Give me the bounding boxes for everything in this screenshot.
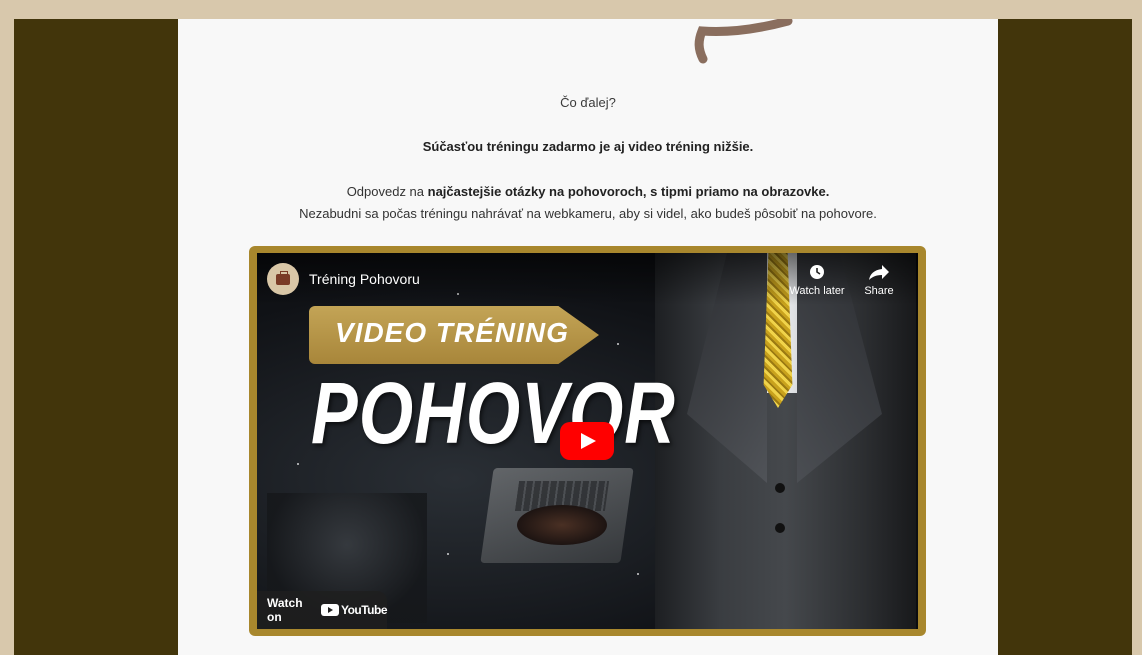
star bbox=[617, 343, 619, 345]
watch-later-label: Watch later bbox=[789, 285, 845, 297]
star bbox=[637, 573, 639, 575]
watch-on-youtube-button[interactable]: Watch on YouTube bbox=[257, 591, 388, 629]
play-icon[interactable] bbox=[560, 422, 614, 460]
answer-line2: Nezabudni sa počas tréningu nahrávať na … bbox=[299, 206, 877, 221]
youtube-video-player[interactable]: VIDEO TRÉNING POHOVOR Tréning Pohovoru W… bbox=[257, 253, 918, 629]
watch-later-button[interactable]: Watch later bbox=[787, 263, 847, 297]
answer-instructions: Odpovedz na najčastejšie otázky na pohov… bbox=[178, 181, 998, 225]
channel-avatar[interactable] bbox=[267, 263, 299, 295]
clock-icon bbox=[810, 265, 824, 279]
youtube-play-box bbox=[320, 604, 339, 616]
star bbox=[297, 463, 299, 465]
banner-text: VIDEO TRÉNING bbox=[335, 317, 569, 348]
share-label: Share bbox=[864, 285, 894, 297]
training-info-text: Súčasťou tréningu zadarmo je aj video tr… bbox=[422, 139, 754, 154]
star bbox=[447, 553, 449, 555]
share-button[interactable]: Share bbox=[849, 263, 909, 297]
video-embed-frame: VIDEO TRÉNING POHOVOR Tréning Pohovoru W… bbox=[249, 246, 926, 636]
watch-on-label: Watch on bbox=[267, 596, 303, 624]
what-next-text: Čo ďalej? bbox=[560, 95, 616, 110]
pohovor-text: POHOVOR bbox=[311, 364, 676, 462]
background-hand bbox=[517, 505, 607, 545]
youtube-logo-icon: YouTube bbox=[320, 603, 388, 617]
suit-button bbox=[775, 523, 785, 533]
answer-prefix: Odpovedz na bbox=[346, 184, 428, 199]
content-page: Čo ďalej? Súčasťou tréningu zadarmo je a… bbox=[178, 19, 998, 655]
youtube-label: YouTube bbox=[340, 603, 388, 617]
arrow-decoration-icon bbox=[694, 19, 793, 64]
answer-bold: najčastejšie otázky na pohovoroch, s tip… bbox=[427, 184, 830, 199]
share-icon bbox=[869, 265, 889, 280]
suit-button bbox=[775, 483, 785, 493]
video-title[interactable]: Tréning Pohovoru bbox=[309, 271, 420, 287]
briefcase-icon bbox=[276, 270, 290, 285]
